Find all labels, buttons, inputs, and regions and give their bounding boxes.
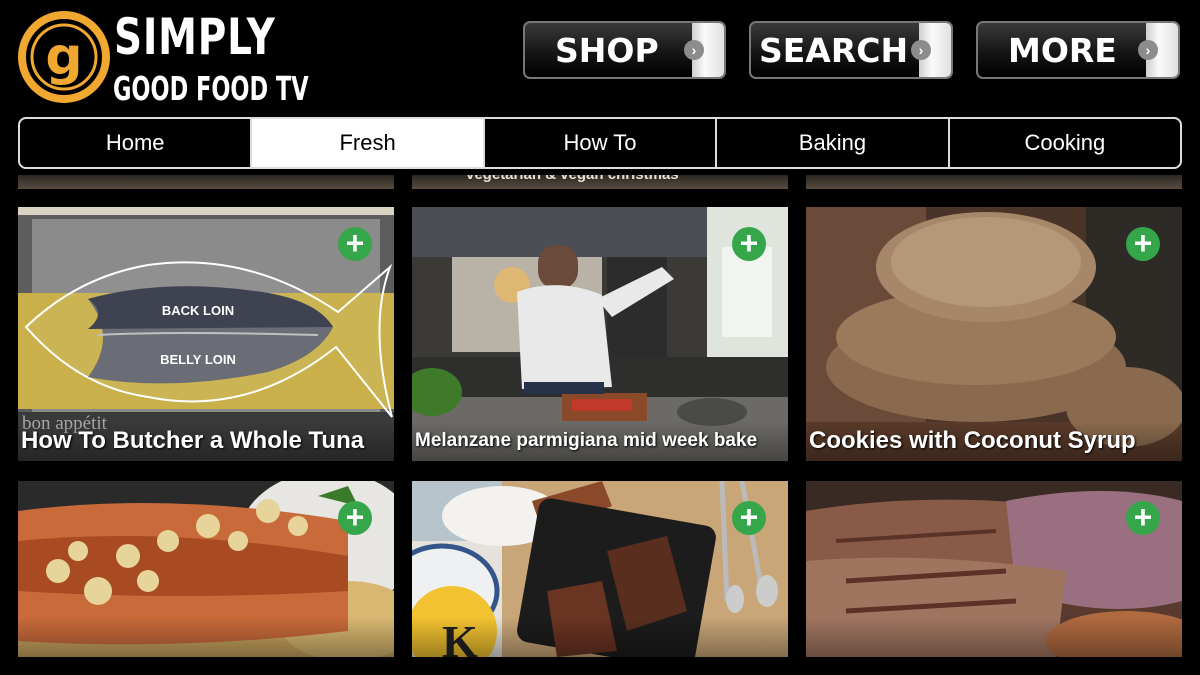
svg-text:BELLY LOIN: BELLY LOIN (160, 352, 236, 367)
video-title (412, 617, 788, 657)
video-tile[interactable]: + (18, 481, 394, 657)
add-to-list-button[interactable]: + (732, 501, 766, 535)
chevron-right-icon: › (1138, 40, 1158, 60)
add-to-list-button[interactable]: + (1126, 227, 1160, 261)
tab-baking[interactable]: Baking (717, 119, 950, 167)
partial-video-tile[interactable] (18, 175, 394, 189)
video-title (18, 617, 394, 657)
partial-video-tile[interactable] (806, 175, 1182, 189)
search-button-label: SEARCH (759, 31, 909, 70)
tab-home[interactable]: Home (20, 119, 253, 167)
chevron-right-icon: › (684, 40, 704, 60)
video-tile[interactable]: + (806, 481, 1182, 657)
video-tile[interactable]: BACK LOIN BELLY LOIN bon appétit + How T… (18, 207, 394, 461)
shop-button[interactable]: SHOP › (523, 21, 726, 79)
partial-video-caption: vegetarian & vegan christmas (466, 175, 679, 183)
video-title: Melanzane parmigiana mid week bake (412, 421, 788, 461)
svg-text:g: g (45, 27, 82, 87)
add-to-list-button[interactable]: + (338, 227, 372, 261)
more-button[interactable]: MORE › (976, 21, 1180, 79)
video-tile[interactable]: + Cookies with Coconut Syrup (806, 207, 1182, 461)
video-tile[interactable]: + Melanzane parmigiana mid week bake (412, 207, 788, 461)
svg-text:BACK LOIN: BACK LOIN (162, 303, 234, 318)
tab-fresh[interactable]: Fresh (252, 119, 485, 167)
more-button-label: MORE (1008, 31, 1117, 70)
video-title: Cookies with Coconut Syrup (806, 421, 1182, 461)
logo-title: SIMPLY (114, 8, 276, 66)
logo-subtitle: GOOD FOOD TV (113, 69, 309, 108)
partial-video-tile[interactable]: vegetarian & vegan christmas (412, 175, 788, 189)
shop-button-label: SHOP (555, 31, 659, 70)
video-title: How To Butcher a Whole Tuna (18, 421, 394, 461)
logo: g SIMPLY GOOD FOOD TV (18, 8, 309, 108)
add-to-list-button[interactable]: + (1126, 501, 1160, 535)
tab-how-to[interactable]: How To (485, 119, 718, 167)
video-title (806, 617, 1182, 657)
search-button[interactable]: SEARCH › (749, 21, 953, 79)
video-tile[interactable]: K + (412, 481, 788, 657)
add-to-list-button[interactable]: + (338, 501, 372, 535)
logo-mark-icon: g (18, 11, 110, 103)
add-to-list-button[interactable]: + (732, 227, 766, 261)
tab-cooking[interactable]: Cooking (950, 119, 1180, 167)
chevron-right-icon: › (911, 40, 931, 60)
category-tabs: Home Fresh How To Baking Cooking (18, 117, 1182, 169)
